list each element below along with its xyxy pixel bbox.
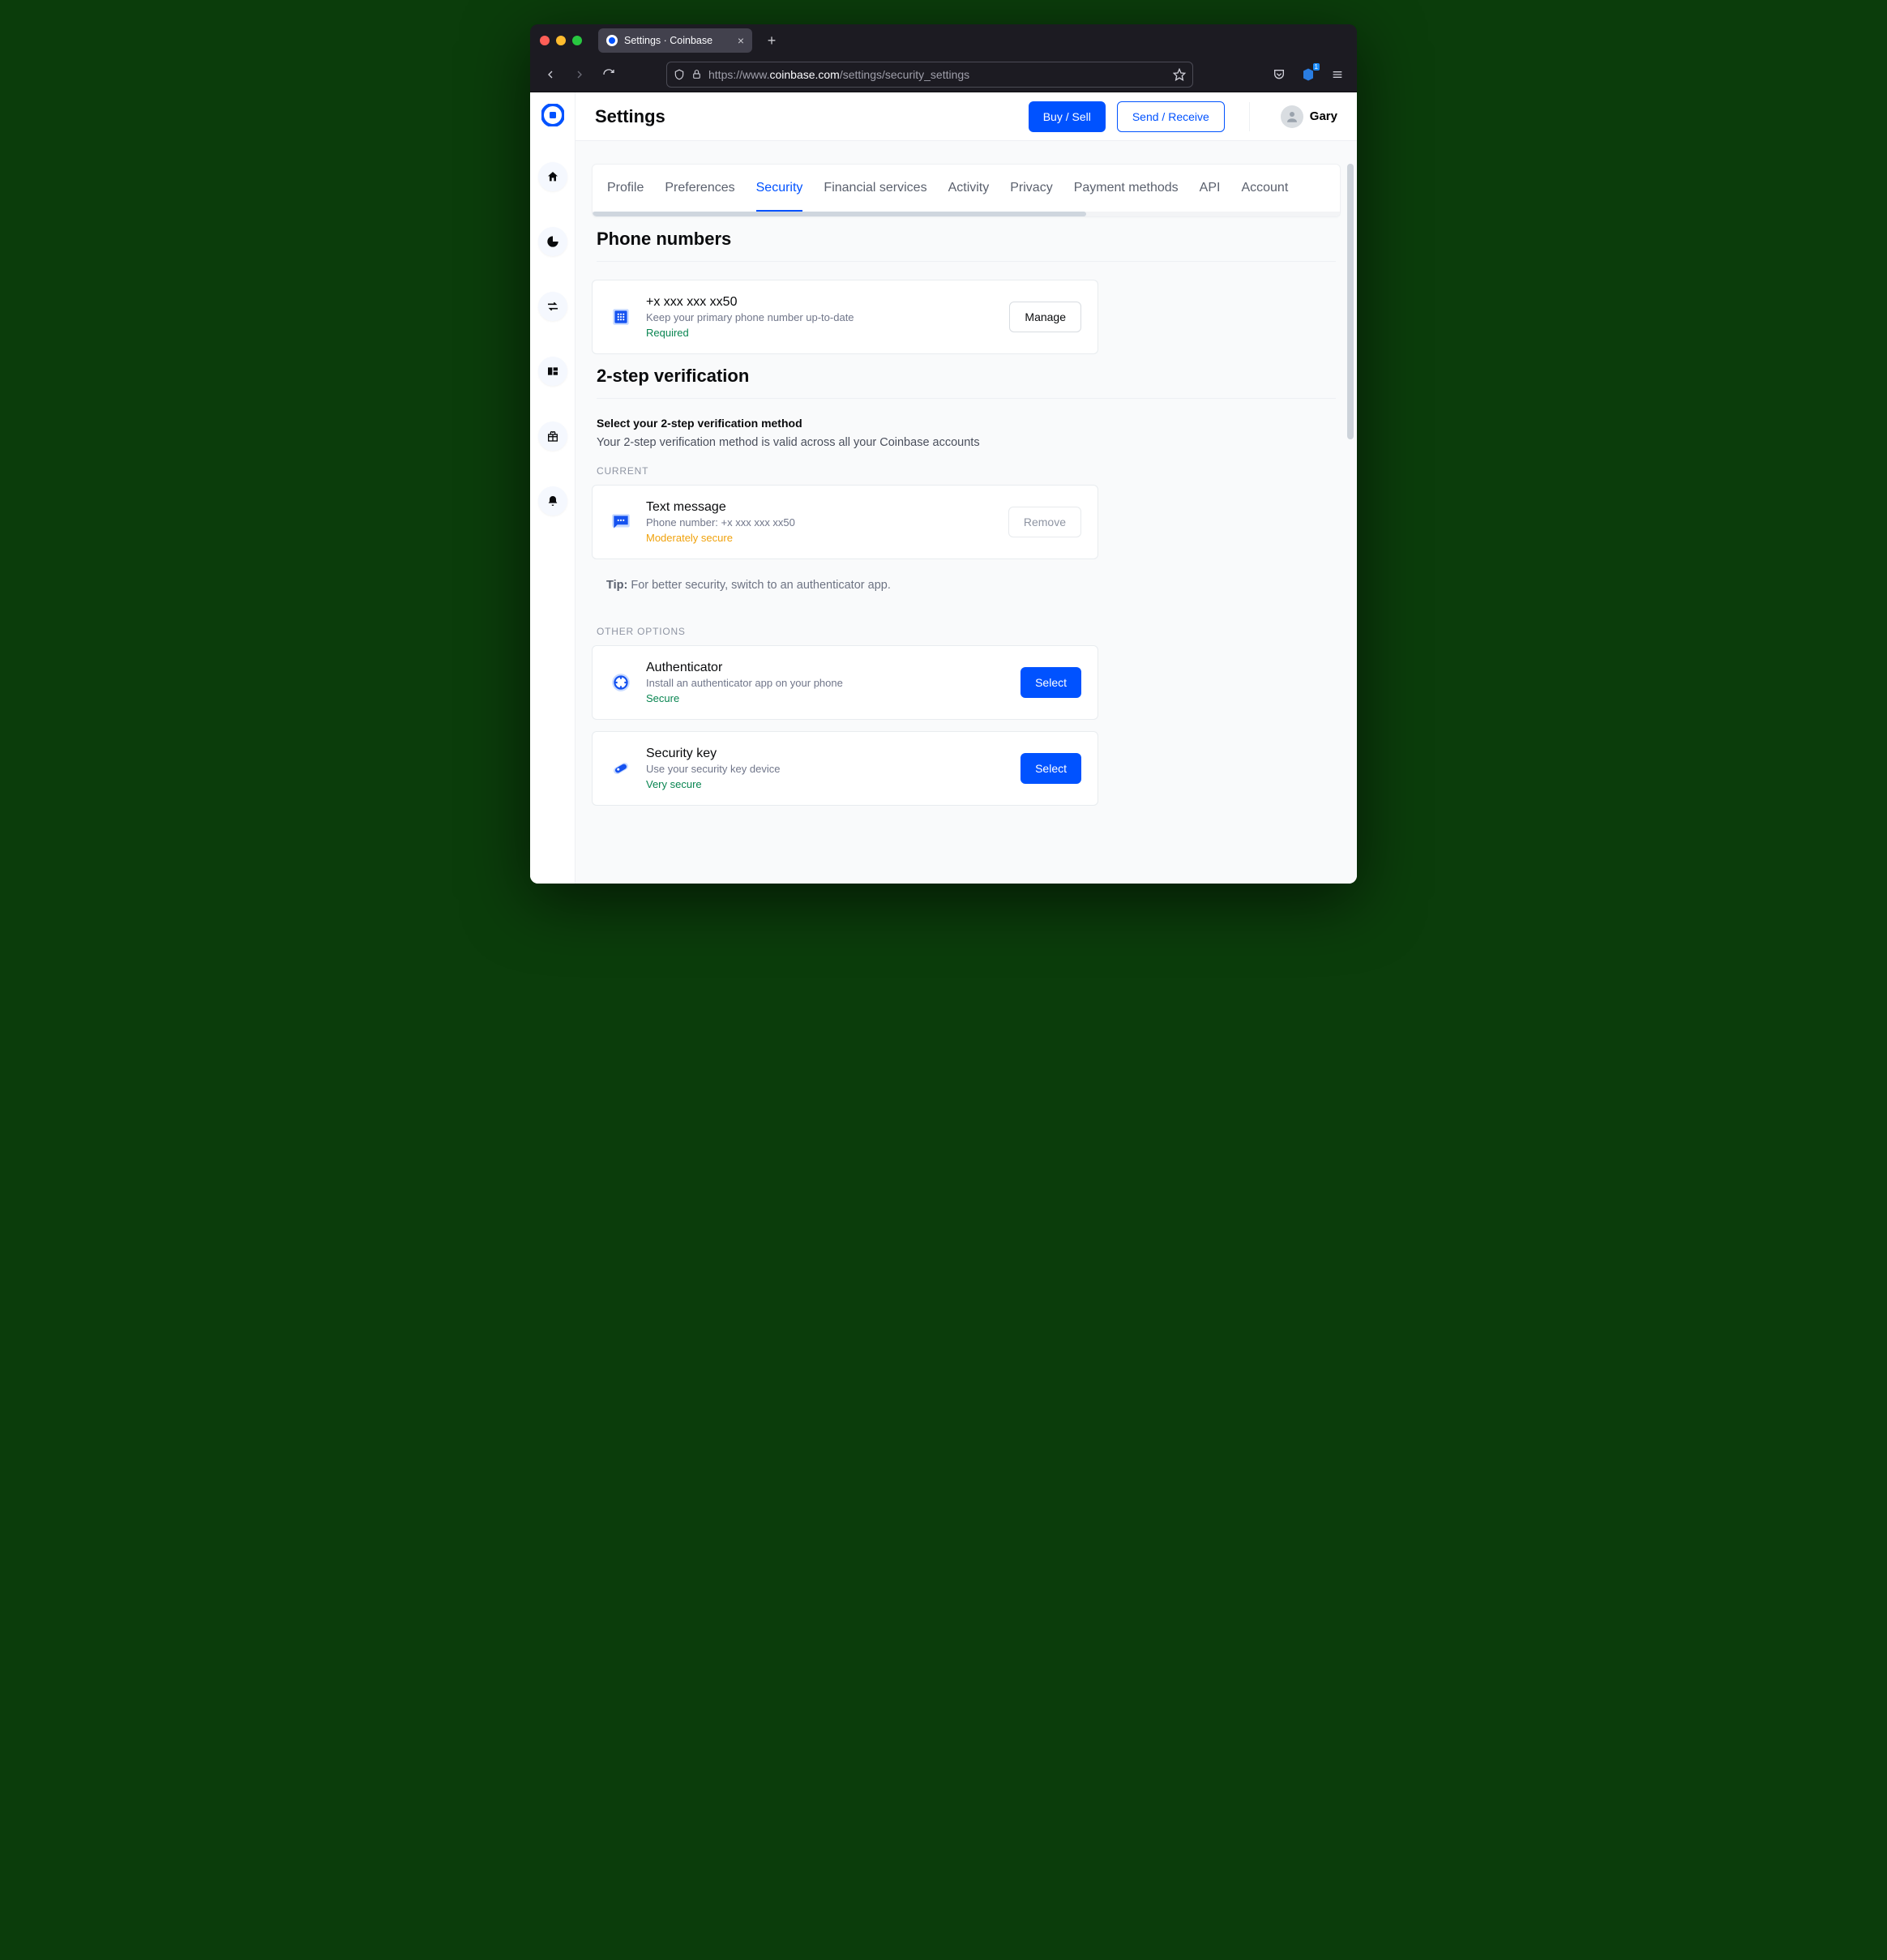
option-card-authenticator: Authenticator Install an authenticator ap… [592,645,1098,720]
tip-row: Tip: For better security, switch to an a… [592,559,1098,611]
phone-number-sub: Keep your primary phone number up-to-dat… [646,311,996,323]
tab-financial-services[interactable]: Financial services [824,181,926,212]
window-close-button[interactable] [540,36,550,45]
moderately-secure-badge: Moderately secure [646,532,995,544]
option-sub: Use your security key device [646,763,1008,775]
browser-window: Settings · Coinbase × + https://www.coin… [530,24,1357,884]
tab-title: Settings · Coinbase [624,35,712,46]
main: Settings Buy / Sell Send / Receive Gary … [576,92,1357,884]
bookmark-star-icon[interactable] [1173,68,1186,81]
page: Settings Buy / Sell Send / Receive Gary … [530,92,1357,884]
window-zoom-button[interactable] [572,36,582,45]
shield-icon [674,69,685,80]
back-button[interactable] [538,62,563,87]
current-label: CURRENT [597,465,1093,477]
option-card-security-key: Security key Use your security key device… [592,731,1098,806]
favicon-icon [606,35,618,46]
section-heading: Phone numbers [597,229,1336,250]
authenticator-icon [609,672,633,693]
tab-payment-methods[interactable]: Payment methods [1074,181,1179,212]
left-rail [530,92,576,884]
browser-tab[interactable]: Settings · Coinbase × [598,28,752,53]
security-key-icon [609,758,633,779]
content-scroll[interactable]: Profile Preferences Security Financial serv… [576,141,1357,884]
phone-numbers-section: Phone numbers +x xxx xxx xx50 Keep your … [592,229,1341,354]
user-menu[interactable]: Gary [1281,105,1337,128]
rail-portfolio-button[interactable] [538,227,567,256]
tab-preferences[interactable]: Preferences [665,181,734,212]
avatar-icon [1281,105,1303,128]
secure-badge: Secure [646,692,1008,704]
menu-icon[interactable] [1326,63,1349,86]
window-minimize-button[interactable] [556,36,566,45]
buy-sell-button[interactable]: Buy / Sell [1029,101,1106,132]
required-badge: Required [646,327,996,339]
option-title: Authenticator [646,661,1008,675]
rail-rewards-button[interactable] [538,422,567,451]
close-tab-button[interactable]: × [738,34,744,47]
settings-tabs: Profile Preferences Security Financial serv… [593,165,1340,212]
two-step-section: 2-step verification Select your 2-step v… [592,366,1341,806]
manage-phone-button[interactable]: Manage [1009,302,1081,332]
scrollbar-thumb[interactable] [1347,164,1354,439]
toolbar-right: 1 [1268,63,1349,86]
pocket-icon[interactable] [1268,63,1290,86]
page-header: Settings Buy / Sell Send / Receive Gary [576,92,1357,141]
horizontal-scroll-thumb[interactable] [593,212,1086,216]
traffic-lights [540,36,582,45]
remove-method-button[interactable]: Remove [1008,507,1081,537]
sms-icon [609,511,633,533]
method-title: Text message [646,500,995,515]
tab-profile[interactable]: Profile [607,181,644,212]
option-sub: Install an authenticator app on your pho… [646,677,1008,689]
extension-badge: 1 [1313,63,1320,71]
method-sub: Phone number: +x xxx xxx xx50 [646,516,995,529]
send-receive-button[interactable]: Send / Receive [1117,101,1225,132]
horizontal-scroll-track[interactable] [593,212,1340,216]
settings-tabs-card: Profile Preferences Security Financial serv… [592,164,1341,217]
other-options-label: OTHER OPTIONS [597,626,1093,637]
titlebar: Settings · Coinbase × + [530,24,1357,57]
url-text: https://www.coinbase.com/settings/securi… [708,68,1163,81]
phone-number-value: +x xxx xxx xx50 [646,295,996,310]
phone-keypad-icon [609,306,633,327]
tip-text: For better security, switch to an authen… [631,579,891,592]
lock-icon [691,69,702,79]
username: Gary [1310,109,1337,123]
page-title: Settings [595,106,1017,127]
select-security-key-button[interactable]: Select [1021,753,1081,784]
option-title: Security key [646,747,1008,761]
secure-badge: Very secure [646,778,1008,790]
tip-label: Tip: [606,579,627,592]
tab-security[interactable]: Security [756,181,803,212]
rail-assets-button[interactable] [538,357,567,386]
url-bar[interactable]: https://www.coinbase.com/settings/securi… [666,62,1193,88]
rail-notifications-button[interactable] [538,486,567,516]
header-divider [1249,102,1250,131]
extension-icon[interactable]: 1 [1297,63,1320,86]
tab-activity[interactable]: Activity [948,181,990,212]
section-heading: 2-step verification [597,366,1336,387]
tab-api[interactable]: API [1200,181,1221,212]
tab-privacy[interactable]: Privacy [1010,181,1052,212]
reload-button[interactable] [597,62,621,87]
twostep-subhead: Select your 2-step verification method [597,417,1093,430]
coinbase-logo-icon[interactable] [541,104,564,126]
select-authenticator-button[interactable]: Select [1021,667,1081,698]
new-tab-button[interactable]: + [760,29,783,52]
tab-account[interactable]: Account [1241,181,1288,212]
phone-number-card: +x xxx xxx xx50 Keep your primary phone … [592,280,1098,354]
current-method-card: Text message Phone number: +x xxx xxx xx… [592,485,1098,559]
browser-toolbar: https://www.coinbase.com/settings/securi… [530,57,1357,92]
rail-trade-button[interactable] [538,292,567,321]
forward-button[interactable] [567,62,592,87]
twostep-description: Your 2-step verification method is valid… [597,436,1093,449]
rail-home-button[interactable] [538,162,567,191]
